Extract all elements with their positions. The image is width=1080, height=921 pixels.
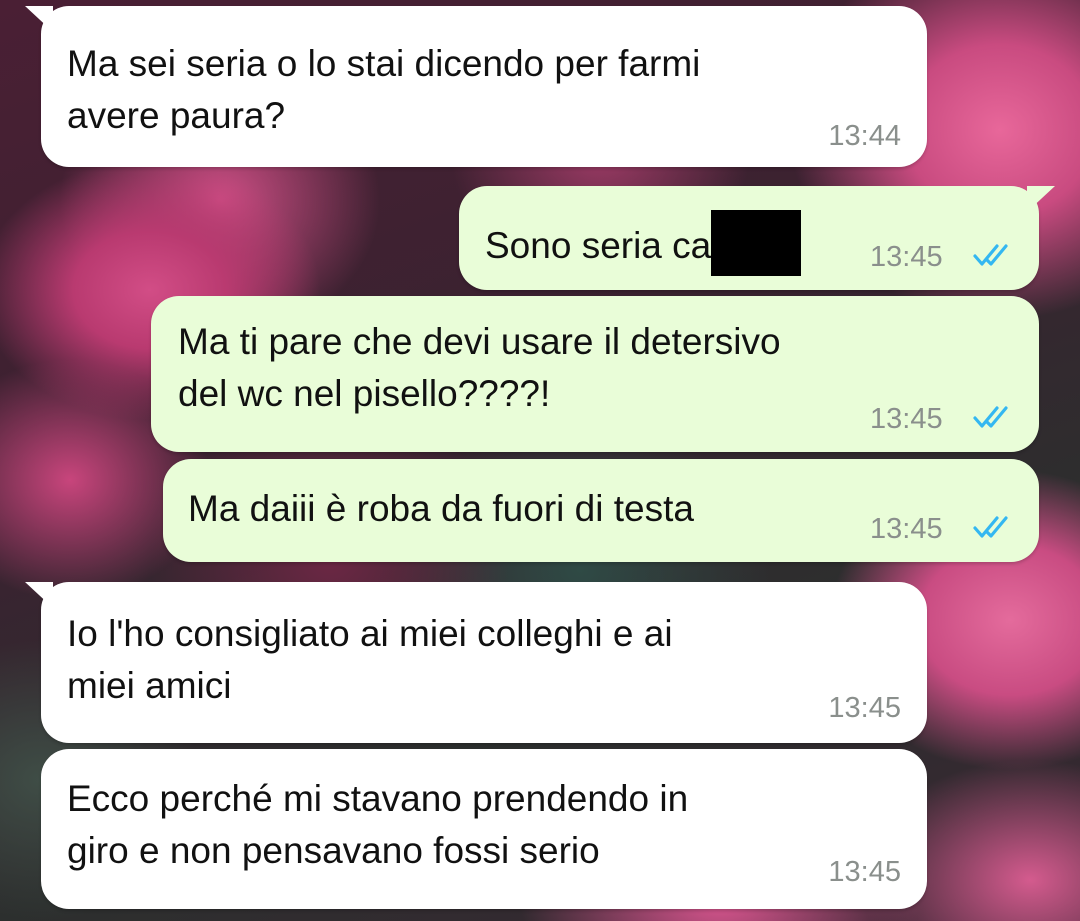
message-time: 13:44 [828, 120, 901, 152]
message-text: Ma ti pare che devi usare il detersivo d… [178, 321, 781, 414]
message-bubble-outgoing[interactable]: Ma ti pare che devi usare il detersivo d… [151, 296, 1039, 452]
message-time: 13:45 [828, 856, 901, 888]
bubble-tail [25, 582, 53, 608]
double-check-icon [973, 406, 1008, 428]
bubble-tail [25, 6, 53, 32]
message-bubble-outgoing[interactable]: Sono seria ca 13:45 [459, 186, 1055, 290]
message-time: 13:45 [828, 692, 901, 724]
bubble-tail [1027, 186, 1055, 212]
message-text: Ecco perché mi stavano prendendo in giro… [67, 778, 689, 871]
message-text: Io l'ho consigliato ai miei colleghi e a… [67, 613, 673, 706]
message-time: 13:45 [870, 513, 943, 545]
message-text: Sono seria ca [485, 210, 802, 276]
message-text: Ma daiii è roba da fuori di testa [188, 488, 694, 529]
double-check-icon [973, 516, 1008, 538]
message-bubble-incoming[interactable]: Io l'ho consigliato ai miei colleghi e a… [25, 582, 927, 743]
message-bubble-incoming[interactable]: Ecco perché mi stavano prendendo in giro… [41, 749, 927, 909]
redaction-box [711, 210, 802, 276]
message-bubble-incoming[interactable]: Ma sei seria o lo stai dicendo per farmi… [25, 6, 927, 167]
message-time: 13:45 [870, 241, 943, 273]
double-check-icon [973, 244, 1008, 266]
message-text: Ma sei seria o lo stai dicendo per farmi… [67, 43, 701, 136]
message-time: 13:45 [870, 403, 943, 435]
message-text-visible: Sono seria ca [485, 225, 712, 266]
message-bubble-outgoing[interactable]: Ma daiii è roba da fuori di testa 13:45 [163, 459, 1039, 562]
